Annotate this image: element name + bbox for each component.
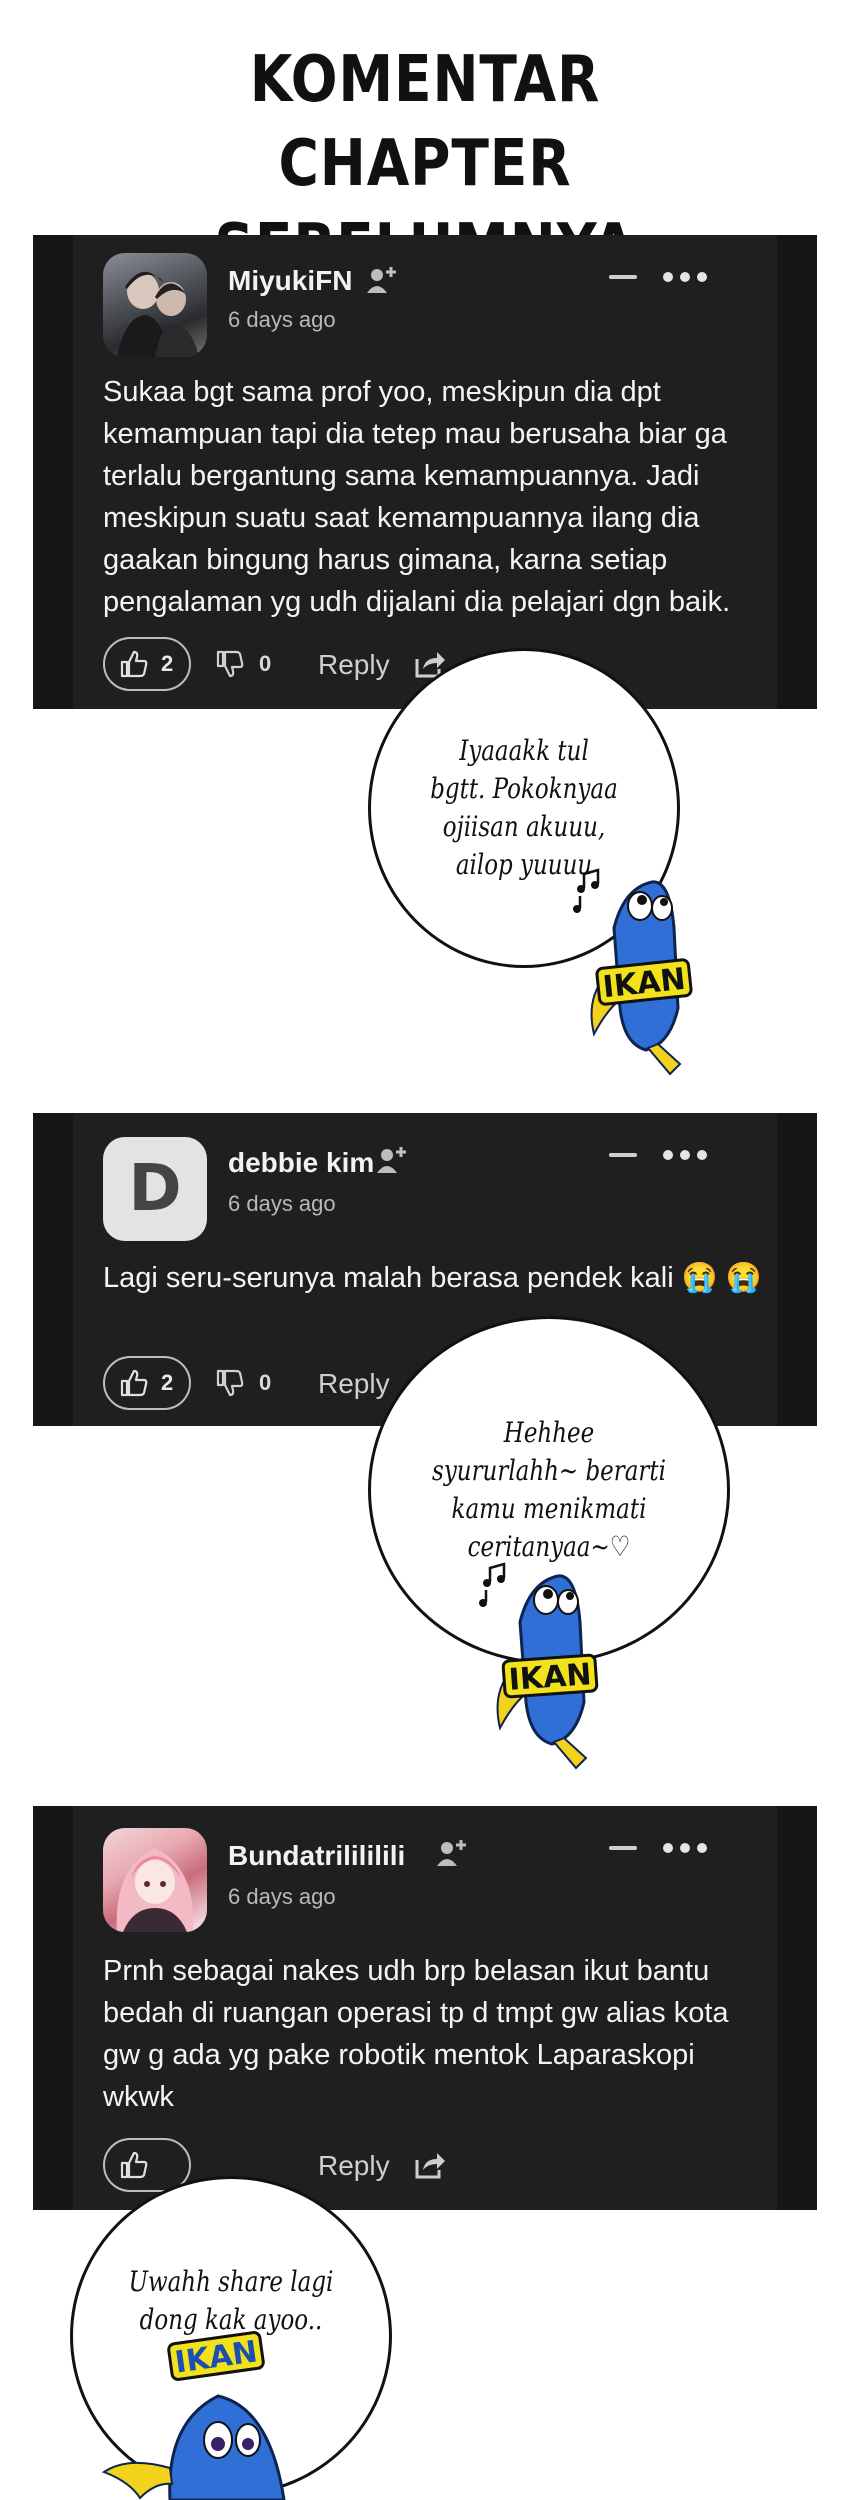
username[interactable]: MiyukiFN bbox=[228, 265, 352, 297]
user-avatar[interactable] bbox=[103, 253, 207, 357]
collapse-icon[interactable] bbox=[609, 1846, 637, 1850]
reply-button[interactable]: Reply bbox=[318, 2150, 390, 2182]
username[interactable]: debbie kim bbox=[228, 1147, 374, 1179]
fish-mascot-2: IKAN bbox=[479, 1562, 620, 1772]
comment-card-3: Bundatrilililili 6 days ago Prnh sebagai… bbox=[33, 1806, 817, 2210]
thumbs-up-icon bbox=[120, 2151, 148, 2179]
like-button[interactable]: 2 bbox=[103, 1356, 191, 1410]
reply-button[interactable]: Reply bbox=[318, 1368, 390, 1400]
dislike-button[interactable]: 0 bbox=[215, 1368, 271, 1398]
bubble-text: Uwahh share lagi dong kak ayoo.. bbox=[128, 2265, 334, 2336]
follow-user-icon[interactable] bbox=[435, 1836, 469, 1870]
user-avatar[interactable]: D bbox=[103, 1137, 207, 1241]
follow-user-icon[interactable] bbox=[365, 263, 399, 297]
like-count: 2 bbox=[161, 1370, 174, 1395]
thumbs-up-icon bbox=[120, 1369, 148, 1397]
bubble-text: Hehhee syururlahh~ berarti kamu menikmat… bbox=[432, 1416, 666, 1563]
collapse-icon[interactable] bbox=[609, 1153, 637, 1157]
thumbs-up-icon bbox=[120, 650, 148, 678]
thumbs-down-icon bbox=[216, 650, 244, 678]
music-notes-icon bbox=[479, 1562, 506, 1607]
dislike-count: 0 bbox=[259, 651, 272, 676]
comment-text: Lagi seru-serunya malah berasa pendek ka… bbox=[103, 1262, 762, 1294]
comment-timestamp: 6 days ago bbox=[228, 1884, 336, 1909]
dislike-button[interactable]: 0 bbox=[215, 649, 271, 679]
music-notes-icon bbox=[573, 868, 600, 913]
more-options-icon[interactable] bbox=[663, 267, 707, 287]
comment-text: Sukaa bgt sama prof yoo, meskipun dia dp… bbox=[103, 376, 731, 618]
page-title-line-1: KOMENTAR bbox=[249, 43, 601, 117]
user-avatar[interactable] bbox=[103, 1828, 207, 1932]
mascot-label: IKAN bbox=[508, 1657, 593, 1698]
username[interactable]: Bundatrilililili bbox=[228, 1840, 405, 1872]
bubble-text: Iyaaakk tul bgtt. Pokoknyaa ojiisan akuu… bbox=[430, 734, 618, 881]
like-count: 2 bbox=[161, 651, 174, 676]
fish-mascot-1: IKAN bbox=[573, 868, 714, 1078]
comment-text: Prnh sebagai nakes udh brp belasan ikut … bbox=[103, 1955, 729, 2113]
comment-timestamp: 6 days ago bbox=[228, 1191, 336, 1216]
comment-timestamp: 6 days ago bbox=[228, 307, 336, 332]
share-icon[interactable] bbox=[413, 2148, 447, 2182]
follow-user-icon[interactable] bbox=[375, 1143, 409, 1177]
like-button[interactable]: 2 bbox=[103, 637, 191, 691]
more-options-icon[interactable] bbox=[663, 1145, 707, 1165]
reply-button[interactable]: Reply bbox=[318, 649, 390, 681]
more-options-icon[interactable] bbox=[663, 1838, 707, 1858]
fish-mascot-3: IKAN bbox=[100, 2331, 300, 2500]
thumbs-down-icon bbox=[216, 1369, 244, 1397]
fish-icon bbox=[101, 2394, 286, 2500]
collapse-icon[interactable] bbox=[609, 275, 637, 279]
comment-card-1: MiyukiFN 6 days ago Sukaa bgt sama prof … bbox=[33, 235, 817, 709]
dislike-count: 0 bbox=[259, 1370, 272, 1395]
